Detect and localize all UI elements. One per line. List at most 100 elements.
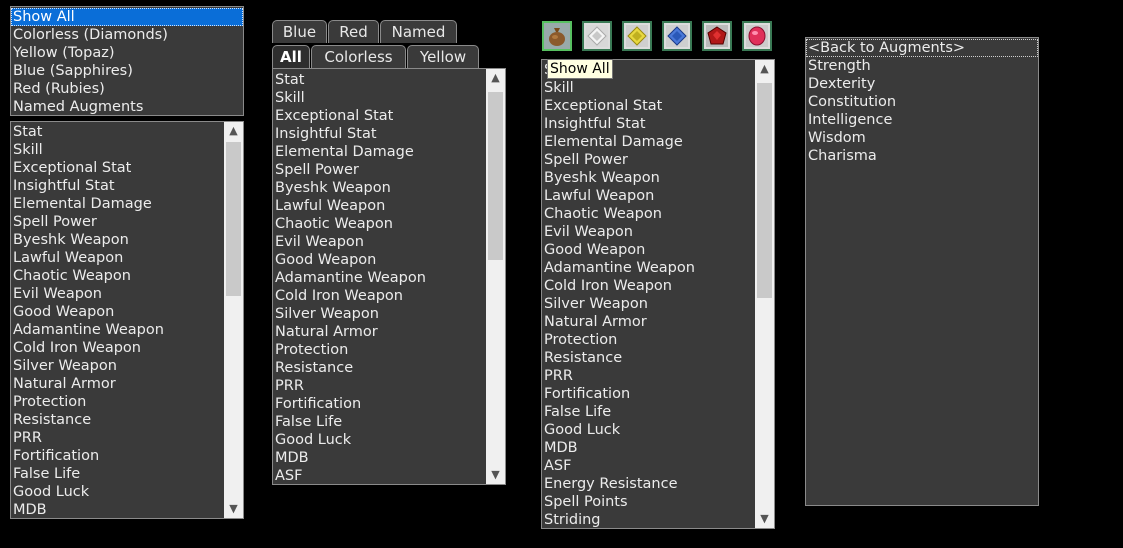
list-item[interactable]: Insightful Stat: [273, 125, 485, 143]
scroll-up-icon[interactable]: ▲: [755, 60, 774, 78]
list-item[interactable]: Show All: [11, 8, 243, 26]
named-augment-listbox[interactable]: <Back to Augments> Strength Dexterity Const…: [805, 37, 1039, 506]
augment-listbox-3[interactable]: StatSkillExceptional StatInsightful Stat…: [541, 59, 775, 529]
named-augment-button[interactable]: [742, 21, 772, 51]
list-item[interactable]: Chaotic Weapon: [11, 267, 224, 285]
list-item[interactable]: Silver Weapon: [273, 305, 485, 323]
list-item[interactable]: Chaotic Weapon: [273, 215, 485, 233]
list-item[interactable]: Exceptional Stat: [542, 97, 754, 115]
augment-listbox-2[interactable]: Stat Skill Exceptional Stat Insightful Stat…: [272, 68, 506, 485]
list-item[interactable]: Protection: [542, 331, 754, 349]
list-item[interactable]: PRR: [273, 377, 485, 395]
list-item[interactable]: Evil Weapon: [11, 285, 224, 303]
list-item[interactable]: Strength: [806, 57, 1038, 75]
tab-blue[interactable]: Blue: [272, 20, 327, 43]
list-item[interactable]: Fortification: [273, 395, 485, 413]
category-listbox[interactable]: Show All Colorless (Diamonds) Yellow (Topa…: [10, 6, 244, 116]
list-item[interactable]: Silver Weapon: [11, 357, 224, 375]
list-item[interactable]: MDB: [273, 449, 485, 467]
list-item[interactable]: Lawful Weapon: [273, 197, 485, 215]
list-item[interactable]: Elemental Damage: [11, 195, 224, 213]
list-item[interactable]: Wisdom: [806, 129, 1038, 147]
list-item[interactable]: Adamantine Weapon: [11, 321, 224, 339]
list-item[interactable]: Byeshk Weapon: [11, 231, 224, 249]
list-item[interactable]: Elemental Damage: [542, 133, 754, 151]
diamond-button[interactable]: [582, 21, 612, 51]
list-item[interactable]: Spell Power: [542, 151, 754, 169]
list-item[interactable]: Byeshk Weapon: [542, 169, 754, 187]
tab-colorless[interactable]: Colorless: [311, 45, 406, 68]
list-item[interactable]: Resistance: [11, 411, 224, 429]
scroll-down-icon[interactable]: ▼: [486, 466, 505, 484]
list-item[interactable]: Stat: [11, 123, 224, 141]
list-item[interactable]: Spell Points: [542, 493, 754, 511]
list-item[interactable]: Protection: [273, 341, 485, 359]
scrollbar[interactable]: ▲ ▼: [224, 122, 243, 518]
scroll-down-icon[interactable]: ▼: [755, 510, 774, 528]
augment-listbox-1[interactable]: Stat Skill Exceptional Stat Insightful Stat…: [10, 121, 244, 519]
list-item[interactable]: Evil Weapon: [273, 233, 485, 251]
list-item[interactable]: Yellow (Topaz): [11, 44, 243, 62]
list-item[interactable]: Insightful Stat: [11, 177, 224, 195]
list-item[interactable]: Colorless (Diamonds): [11, 26, 243, 44]
list-item[interactable]: Fortification: [11, 447, 224, 465]
list-item[interactable]: Insightful Stat: [542, 115, 754, 133]
list-item[interactable]: Charisma: [806, 147, 1038, 165]
list-item[interactable]: ASF: [542, 457, 754, 475]
scroll-thumb[interactable]: [757, 83, 772, 298]
ruby-button[interactable]: [702, 21, 732, 51]
tab-yellow[interactable]: Yellow: [407, 45, 479, 68]
list-item[interactable]: PRR: [542, 367, 754, 385]
scrollbar[interactable]: ▲ ▼: [486, 69, 505, 484]
list-item[interactable]: Adamantine Weapon: [273, 269, 485, 287]
list-item[interactable]: Fortification: [542, 385, 754, 403]
list-item[interactable]: <Back to Augments>: [806, 39, 1038, 57]
list-item[interactable]: Striding: [542, 511, 754, 528]
list-item[interactable]: Good Weapon: [273, 251, 485, 269]
list-item[interactable]: Natural Armor: [542, 313, 754, 331]
list-item[interactable]: MDB: [542, 439, 754, 457]
scroll-up-icon[interactable]: ▲: [224, 122, 243, 140]
list-item[interactable]: False Life: [11, 465, 224, 483]
list-item[interactable]: PRR: [11, 429, 224, 447]
list-item[interactable]: Skill: [273, 89, 485, 107]
tab-all[interactable]: All: [272, 45, 310, 68]
list-item[interactable]: Stat: [273, 71, 485, 89]
list-item[interactable]: Elemental Damage: [273, 143, 485, 161]
list-item[interactable]: False Life: [542, 403, 754, 421]
list-item[interactable]: Adamantine Weapon: [542, 259, 754, 277]
list-item[interactable]: Exceptional Stat: [273, 107, 485, 125]
topaz-button[interactable]: [622, 21, 652, 51]
list-item[interactable]: Cold Iron Weapon: [273, 287, 485, 305]
list-item[interactable]: Cold Iron Weapon: [11, 339, 224, 357]
scroll-thumb[interactable]: [226, 142, 241, 296]
list-item[interactable]: Cold Iron Weapon: [542, 277, 754, 295]
list-item[interactable]: Resistance: [273, 359, 485, 377]
list-item[interactable]: MDB: [11, 501, 224, 518]
list-item[interactable]: Resistance: [542, 349, 754, 367]
sapphire-button[interactable]: [662, 21, 692, 51]
list-item[interactable]: Good Weapon: [11, 303, 224, 321]
list-item[interactable]: Evil Weapon: [542, 223, 754, 241]
list-item[interactable]: Lawful Weapon: [11, 249, 224, 267]
list-item[interactable]: Skill: [11, 141, 224, 159]
list-item[interactable]: Byeshk Weapon: [273, 179, 485, 197]
list-item[interactable]: Good Luck: [11, 483, 224, 501]
list-item[interactable]: Dexterity: [806, 75, 1038, 93]
list-item[interactable]: Natural Armor: [273, 323, 485, 341]
tab-red[interactable]: Red: [328, 20, 379, 43]
scroll-up-icon[interactable]: ▲: [486, 69, 505, 87]
list-item[interactable]: Blue (Sapphires): [11, 62, 243, 80]
list-item[interactable]: Good Weapon: [542, 241, 754, 259]
list-item[interactable]: Good Luck: [542, 421, 754, 439]
scroll-down-icon[interactable]: ▼: [224, 500, 243, 518]
list-item[interactable]: Skill: [542, 79, 754, 97]
list-item[interactable]: False Life: [273, 413, 485, 431]
list-item[interactable]: Silver Weapon: [542, 295, 754, 313]
list-item[interactable]: Red (Rubies): [11, 80, 243, 98]
list-item[interactable]: Spell Power: [11, 213, 224, 231]
list-item[interactable]: Chaotic Weapon: [542, 205, 754, 223]
list-item[interactable]: Intelligence: [806, 111, 1038, 129]
list-item[interactable]: Energy Resistance: [542, 475, 754, 493]
scrollbar[interactable]: ▲ ▼: [755, 60, 774, 528]
